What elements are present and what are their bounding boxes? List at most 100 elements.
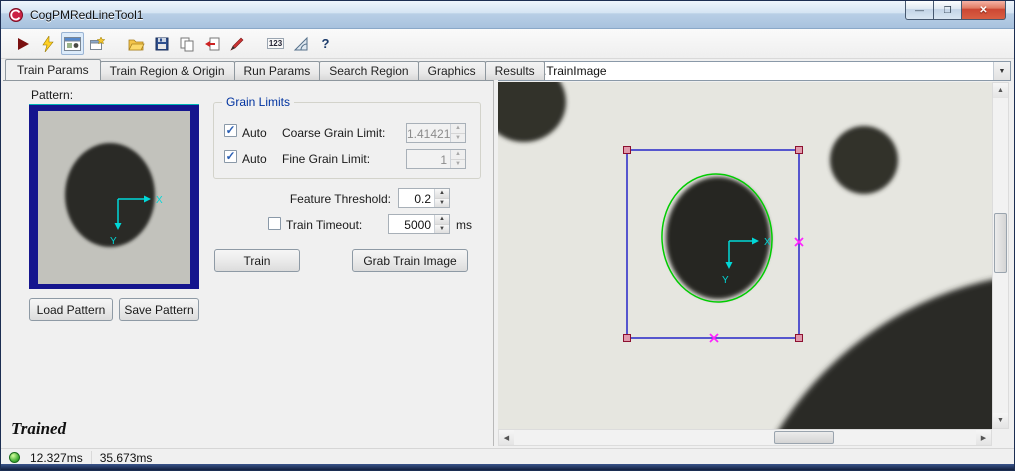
tab-results[interactable]: Results xyxy=(485,61,545,80)
train-timeout-unit: ms xyxy=(456,218,472,232)
copy-icon xyxy=(179,36,195,52)
help-icon: ? xyxy=(322,36,330,51)
scroll-up-icon[interactable]: ▲ xyxy=(993,83,1008,98)
pattern-axis-y-label: Y xyxy=(110,236,117,247)
app-window: CogPMRedLineTool1 — ❐ ✕ xyxy=(0,0,1015,471)
grain-limits-title: Grain Limits xyxy=(222,95,294,109)
train-timeout-checkbox[interactable] xyxy=(268,217,281,230)
run-time: 12.327ms xyxy=(30,451,83,465)
save-pattern-button[interactable]: Save Pattern xyxy=(119,298,199,321)
spin-down-icon[interactable]: ▼ xyxy=(451,160,465,169)
tab-graphics[interactable]: Graphics xyxy=(418,61,486,80)
import-button[interactable] xyxy=(200,32,223,55)
tab-run-params[interactable]: Run Params xyxy=(234,61,321,80)
image-selector-combo[interactable]: Current.TrainImage ▼ xyxy=(498,61,1011,81)
train-image-viewport[interactable]: X Y xyxy=(498,82,992,429)
vertical-scrollbar[interactable]: ▲ ▼ xyxy=(992,82,1009,429)
coarse-auto-checkbox[interactable] xyxy=(224,124,237,137)
feature-threshold-label: Feature Threshold: xyxy=(179,192,391,206)
image-axis-x-label: X xyxy=(764,237,771,248)
pattern-label: Pattern: xyxy=(31,88,73,102)
help-button[interactable]: ? xyxy=(314,32,337,55)
open-button[interactable] xyxy=(125,32,148,55)
numbers-icon: 123 xyxy=(267,38,284,49)
vertical-scroll-thumb[interactable] xyxy=(994,213,1007,273)
title-bar[interactable]: CogPMRedLineTool1 — ❐ ✕ xyxy=(1,1,1014,29)
app-icon xyxy=(8,7,24,23)
spin-up-icon[interactable]: ▲ xyxy=(435,215,449,225)
pattern-preview[interactable]: X Y xyxy=(29,104,199,289)
pattern-image: X Y xyxy=(38,111,190,284)
fine-grain-spinner[interactable]: 1 ▲▼ xyxy=(406,149,466,169)
numbers-button[interactable]: 123 xyxy=(264,32,287,55)
tab-label: Train Params xyxy=(17,63,89,77)
spin-up-icon[interactable]: ▲ xyxy=(435,189,449,199)
train-button[interactable]: Train xyxy=(214,249,300,272)
maximize-button[interactable]: ❐ xyxy=(933,1,962,20)
tab-train-region-origin[interactable]: Train Region & Origin xyxy=(100,61,235,80)
train-timeout-spinner[interactable]: 5000 ▲▼ xyxy=(388,214,450,234)
spin-down-icon[interactable]: ▼ xyxy=(435,199,449,208)
load-pattern-button[interactable]: Load Pattern xyxy=(29,298,113,321)
chevron-down-icon[interactable]: ▼ xyxy=(993,62,1010,80)
feature-threshold-spinner[interactable]: 0.2 ▲▼ xyxy=(398,188,450,208)
pattern-axis-x-label: X xyxy=(156,195,163,206)
train-timeout-value: 5000 xyxy=(389,215,434,233)
float-tool-button[interactable] xyxy=(86,32,109,55)
open-folder-icon xyxy=(128,36,145,52)
train-image: X Y xyxy=(498,82,992,429)
fine-auto-label: Auto xyxy=(242,152,267,166)
horizontal-scroll-thumb[interactable] xyxy=(774,431,834,444)
divider xyxy=(91,451,92,465)
save-button[interactable] xyxy=(150,32,173,55)
maximize-icon: ❐ xyxy=(943,5,951,16)
spin-up-icon[interactable]: ▲ xyxy=(451,124,465,134)
float-tool-icon xyxy=(89,36,106,52)
image-tool-button[interactable] xyxy=(61,32,84,55)
image-tool-icon xyxy=(64,36,81,52)
scroll-left-icon[interactable]: ◀ xyxy=(499,430,514,445)
scroll-right-icon[interactable]: ▶ xyxy=(976,430,991,445)
spin-down-icon[interactable]: ▼ xyxy=(451,134,465,143)
tab-label: Search Region xyxy=(329,64,408,78)
image-panel: Current.TrainImage ▼ xyxy=(495,59,1014,448)
spin-down-icon[interactable]: ▼ xyxy=(435,225,449,234)
horizontal-scrollbar[interactable]: ◀ ▶ xyxy=(498,429,992,446)
fine-grain-value: 1 xyxy=(407,150,450,168)
spin-up-icon[interactable]: ▲ xyxy=(451,150,465,160)
run-icon xyxy=(15,36,31,52)
window-border xyxy=(1,464,1014,470)
tab-strip: Train Params Train Region & Origin Run P… xyxy=(5,59,544,80)
run-button[interactable] xyxy=(11,32,34,55)
coarse-auto-label: Auto xyxy=(242,126,267,140)
import-image-icon xyxy=(204,36,220,52)
scroll-down-icon[interactable]: ▼ xyxy=(993,413,1008,428)
minimize-button[interactable]: — xyxy=(905,1,934,20)
run-once-button[interactable] xyxy=(36,32,59,55)
pen-button[interactable] xyxy=(225,32,248,55)
coarse-grain-label: Coarse Grain Limit: xyxy=(282,126,385,140)
grab-train-image-button[interactable]: Grab Train Image xyxy=(352,249,468,272)
save-icon xyxy=(154,36,170,52)
tab-train-params[interactable]: Train Params xyxy=(5,59,101,80)
fine-auto-checkbox[interactable] xyxy=(224,150,237,163)
lightning-icon xyxy=(40,36,56,52)
window-title: CogPMRedLineTool1 xyxy=(30,8,143,22)
close-icon: ✕ xyxy=(979,5,987,16)
protractor-icon xyxy=(293,36,309,52)
protractor-button[interactable] xyxy=(289,32,312,55)
train-timeout-label: Train Timeout: xyxy=(286,218,362,232)
tab-label: Run Params xyxy=(244,64,311,78)
status-ok-icon xyxy=(9,452,20,463)
coarse-grain-value: 1.41421 xyxy=(407,124,450,142)
fine-grain-label: Fine Grain Limit: xyxy=(282,152,370,166)
scrollbar-corner xyxy=(992,429,1009,446)
close-button[interactable]: ✕ xyxy=(961,1,1006,20)
grain-limits-group: Grain Limits Auto Coarse Grain Limit: 1.… xyxy=(213,102,481,179)
tab-search-region[interactable]: Search Region xyxy=(319,61,418,80)
copy-button[interactable] xyxy=(175,32,198,55)
toolbar: 123 ? xyxy=(1,29,1014,59)
tab-label: Results xyxy=(495,64,535,78)
coarse-grain-spinner[interactable]: 1.41421 ▲▼ xyxy=(406,123,466,143)
tab-label: Train Region & Origin xyxy=(110,64,225,78)
